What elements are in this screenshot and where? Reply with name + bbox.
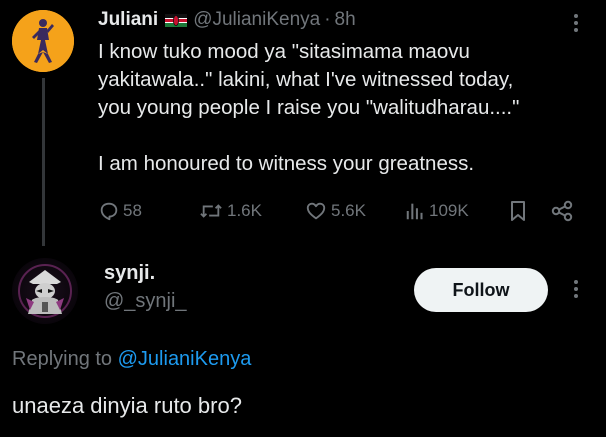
- replying-to-label: Replying to: [12, 348, 113, 370]
- reply-button[interactable]: 58: [98, 196, 142, 226]
- more-options-icon[interactable]: [566, 8, 586, 38]
- repost-count: 1.6K: [227, 201, 262, 220]
- repost-button[interactable]: 1.6K: [198, 196, 262, 226]
- reply-more-options-icon[interactable]: [566, 274, 586, 304]
- like-button[interactable]: 5.6K: [304, 196, 366, 226]
- author-handle[interactable]: @JulianiKenya: [193, 9, 320, 31]
- synji-avatar[interactable]: [12, 258, 78, 324]
- bookmark-button[interactable]: [508, 196, 528, 226]
- reply-count: 58: [123, 201, 142, 220]
- reply-author-name[interactable]: synji.: [104, 262, 155, 285]
- tweet-body: I know tuko mood ya "sitasimama maovu ya…: [98, 38, 568, 178]
- share-button[interactable]: [550, 196, 574, 226]
- juliani-avatar[interactable]: [12, 10, 74, 72]
- author-name[interactable]: Juliani: [98, 9, 158, 31]
- original-tweet-header: Juliani @JulianiKenya · 8h: [98, 7, 356, 33]
- reply-author-handle[interactable]: @_synji_: [104, 290, 187, 313]
- kenya-flag-icon: [165, 13, 188, 27]
- tweet-text-line: I am honoured to witness your greatness.: [98, 152, 475, 175]
- views-chart-icon: [406, 203, 423, 220]
- reply-body: unaeza dinyia ruto bro?: [12, 393, 242, 418]
- tweet-text-line: I know tuko mood ya "sitasimama maovu: [98, 40, 470, 63]
- repost-icon: [200, 204, 222, 218]
- views-count: 109K: [429, 201, 469, 220]
- header-separator: ·: [324, 9, 331, 30]
- bookmark-icon: [511, 201, 525, 221]
- replying-to-mention[interactable]: @JulianiKenya: [118, 348, 252, 370]
- juliani-avatar-figure-icon: [12, 10, 74, 72]
- reply-icon: [100, 202, 118, 221]
- tweet-timestamp[interactable]: 8h: [335, 9, 356, 31]
- tweet-action-bar: 58 1.6K 5.6K 109K: [98, 196, 588, 226]
- synji-avatar-character-icon: [18, 264, 72, 318]
- replying-to-line: Replying to @JulianiKenya: [12, 348, 251, 371]
- share-icon: [551, 200, 573, 222]
- like-count: 5.6K: [331, 201, 366, 220]
- heart-icon: [306, 202, 326, 220]
- follow-button[interactable]: Follow: [414, 268, 548, 312]
- tweet-text-line: you young people I raise you "walitudhar…: [98, 96, 520, 119]
- thread-connector-line: [42, 78, 45, 246]
- views-button[interactable]: 109K: [404, 196, 469, 226]
- tweet-text-line: yakitawala.." lakini, what I've witnesse…: [98, 68, 514, 91]
